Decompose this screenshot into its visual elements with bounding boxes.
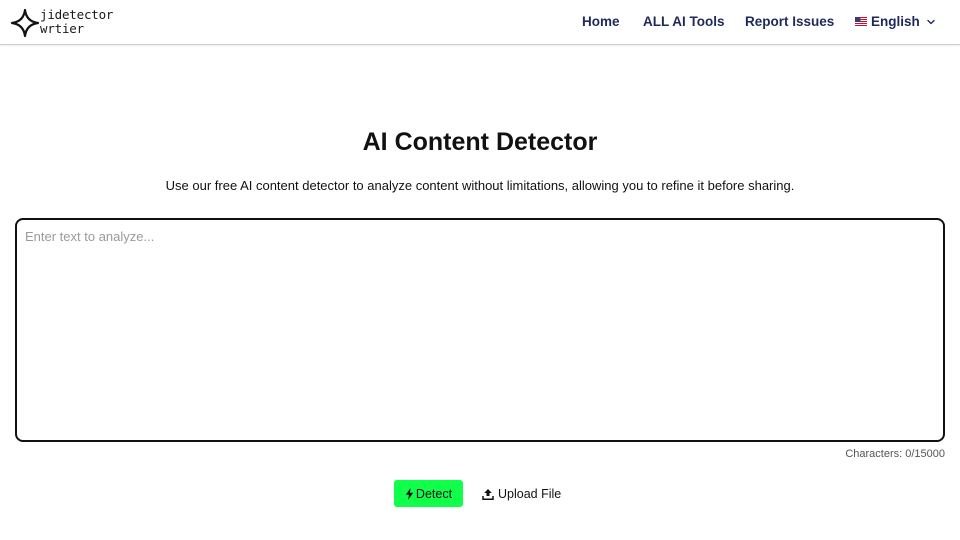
us-flag-icon [855, 17, 867, 26]
site-logo[interactable]: jidetector wrtier [10, 6, 120, 40]
page-title: AI Content Detector [362, 128, 598, 156]
language-label: English [871, 14, 920, 29]
logo-line-1: jidetector [40, 7, 114, 22]
text-input[interactable] [15, 218, 945, 442]
character-count: Characters: 0/15000 [845, 448, 945, 460]
nav-report-issues[interactable]: Report Issues [745, 14, 834, 29]
lightning-bolt-icon [405, 487, 414, 500]
page-subtitle: Use our free AI content detector to anal… [165, 178, 795, 193]
logo-line-2: wrtier [40, 21, 84, 36]
language-selector[interactable]: English [855, 14, 936, 29]
upload-label: Upload File [498, 486, 562, 501]
upload-file-button[interactable]: Upload File [478, 480, 565, 507]
site-header: jidetector wrtier Home ALL AI Tools Repo… [0, 0, 960, 45]
upload-icon [482, 488, 494, 500]
chevron-down-icon [927, 19, 935, 24]
four-point-star-icon [10, 8, 40, 38]
nav-all-ai-tools[interactable]: ALL AI Tools [643, 14, 725, 29]
nav-home[interactable]: Home [582, 14, 620, 29]
logo-wordmark: jidetector wrtier [40, 7, 114, 36]
detect-label: Detect [415, 486, 453, 501]
detect-button[interactable]: Detect [394, 480, 463, 507]
